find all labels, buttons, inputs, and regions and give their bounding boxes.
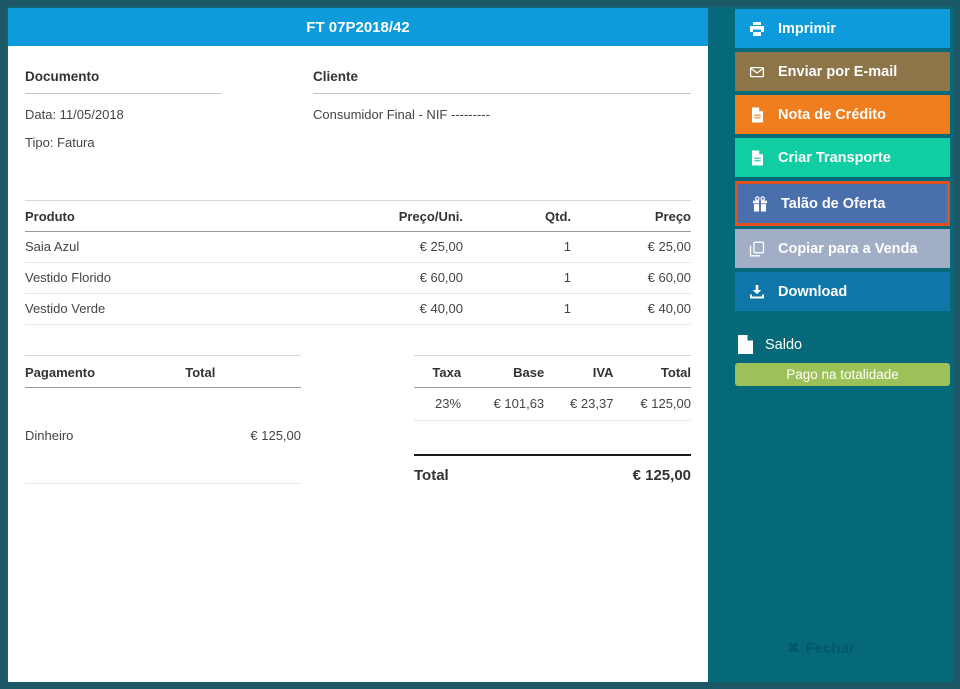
col-header-produto: Produto — [25, 200, 293, 233]
saldo-label: Saldo — [765, 336, 803, 353]
tax-iva: € 23,37 — [544, 387, 614, 422]
document-section-title: Documento — [25, 69, 221, 94]
col-header-preco-uni: Preço/Uni. — [293, 200, 463, 233]
action-label: Download — [778, 283, 848, 300]
product-row: Vestido Verde € 40,00 1 € 40,00 — [25, 293, 691, 326]
grand-total: Total € 125,00 — [414, 454, 691, 484]
client-name: Consumidor Final - NIF --------- — [313, 107, 490, 122]
invoice-number: FT 07P2018/42 — [306, 18, 410, 36]
document-date: Data: 11/05/2018 — [25, 107, 124, 122]
invoice-title-bar: FT 07P2018/42 — [8, 8, 708, 46]
invoice-panel: FT 07P2018/42 Documento Data: 11/05/2018… — [8, 8, 708, 682]
col-header-pagamento: Pagamento — [25, 355, 186, 389]
printer-icon — [749, 21, 765, 37]
tax-rate: 23% — [414, 387, 462, 422]
action-label: Copiar para a Venda — [778, 240, 918, 257]
download-icon — [749, 284, 765, 300]
criar-transporte-button[interactable]: Criar Transporte — [735, 138, 950, 177]
product-name: Vestido Verde — [25, 293, 293, 326]
download-button[interactable]: Download — [735, 272, 950, 311]
envelope-icon — [749, 64, 765, 80]
imprimir-button[interactable]: Imprimir — [735, 9, 950, 48]
payment-method: Dinheiro — [25, 387, 186, 485]
col-header-tax-total: Total — [613, 355, 691, 389]
client-section: Cliente Consumidor Final - NIF --------- — [313, 69, 691, 162]
products-header-row: Produto Preço/Uni. Qtd. Preço — [25, 200, 691, 233]
action-label: Enviar por E-mail — [778, 63, 898, 80]
product-row: Vestido Florido € 60,00 1 € 60,00 — [25, 262, 691, 295]
product-qty: 1 — [463, 262, 571, 295]
action-label: Imprimir — [778, 20, 837, 37]
grand-total-label: Total — [414, 467, 449, 485]
fechar-button[interactable]: ✖ Fechar — [787, 639, 855, 658]
product-price: € 25,00 — [571, 231, 691, 264]
col-header-taxa: Taxa — [414, 355, 462, 389]
product-unit-price: € 25,00 — [293, 231, 463, 264]
gift-icon — [752, 195, 768, 212]
copy-icon — [749, 241, 765, 257]
payment-header-row: Pagamento Total — [25, 355, 301, 389]
product-unit-price: € 40,00 — [293, 293, 463, 326]
enviar-email-button[interactable]: Enviar por E-mail — [735, 52, 950, 91]
product-row: Saia Azul € 25,00 1 € 25,00 — [25, 231, 691, 264]
payment-total: € 125,00 — [185, 387, 301, 485]
grand-total-value: € 125,00 — [632, 467, 691, 485]
payment-row: Dinheiro € 125,00 — [25, 387, 301, 485]
col-header-pagamento-total: Total — [185, 355, 301, 389]
col-header-iva: IVA — [544, 355, 614, 389]
col-header-preco: Preço — [571, 200, 691, 233]
tax-total: € 125,00 — [613, 387, 691, 422]
tax-base: € 101,63 — [461, 387, 545, 422]
product-qty: 1 — [463, 231, 571, 264]
payment-table: Pagamento Total Dinheiro € 125,00 — [25, 355, 301, 485]
product-unit-price: € 60,00 — [293, 262, 463, 295]
payment-status-text: Pago na totalidade — [786, 367, 899, 382]
col-header-qtd: Qtd. — [463, 200, 571, 233]
product-price: € 60,00 — [571, 262, 691, 295]
action-label: Criar Transporte — [778, 149, 891, 166]
tax-row: 23% € 101,63 € 23,37 € 125,00 — [414, 387, 691, 422]
close-label: Fechar — [805, 639, 855, 657]
action-label: Nota de Crédito — [778, 106, 886, 123]
action-label: Talão de Oferta — [781, 195, 886, 212]
file-text-icon — [749, 107, 765, 123]
file-text-icon — [749, 150, 765, 166]
action-sidebar: Imprimir Enviar por E-mail Nota de Crédi… — [735, 9, 950, 386]
client-section-title: Cliente — [313, 69, 691, 94]
tax-table: Taxa Base IVA Total 23% € 101,63 € 23,37… — [414, 355, 691, 422]
product-price: € 40,00 — [571, 293, 691, 326]
close-icon: ✖ — [787, 640, 800, 657]
talao-oferta-button[interactable]: Talão de Oferta — [735, 181, 950, 226]
product-name: Vestido Florido — [25, 262, 293, 295]
saldo-section: Saldo — [735, 335, 950, 354]
copiar-venda-button[interactable]: Copiar para a Venda — [735, 229, 950, 268]
document-section: Documento Data: 11/05/2018 Tipo: Fatura — [25, 69, 221, 162]
col-header-base: Base — [461, 355, 545, 389]
product-name: Saia Azul — [25, 231, 293, 264]
document-type: Tipo: Fatura — [25, 135, 95, 151]
tax-header-row: Taxa Base IVA Total — [414, 355, 691, 389]
product-qty: 1 — [463, 293, 571, 326]
payment-status-badge: Pago na totalidade — [735, 363, 950, 386]
nota-credito-button[interactable]: Nota de Crédito — [735, 95, 950, 134]
products-table: Produto Preço/Uni. Qtd. Preço Saia Azul … — [25, 200, 691, 326]
file-icon — [738, 335, 753, 354]
